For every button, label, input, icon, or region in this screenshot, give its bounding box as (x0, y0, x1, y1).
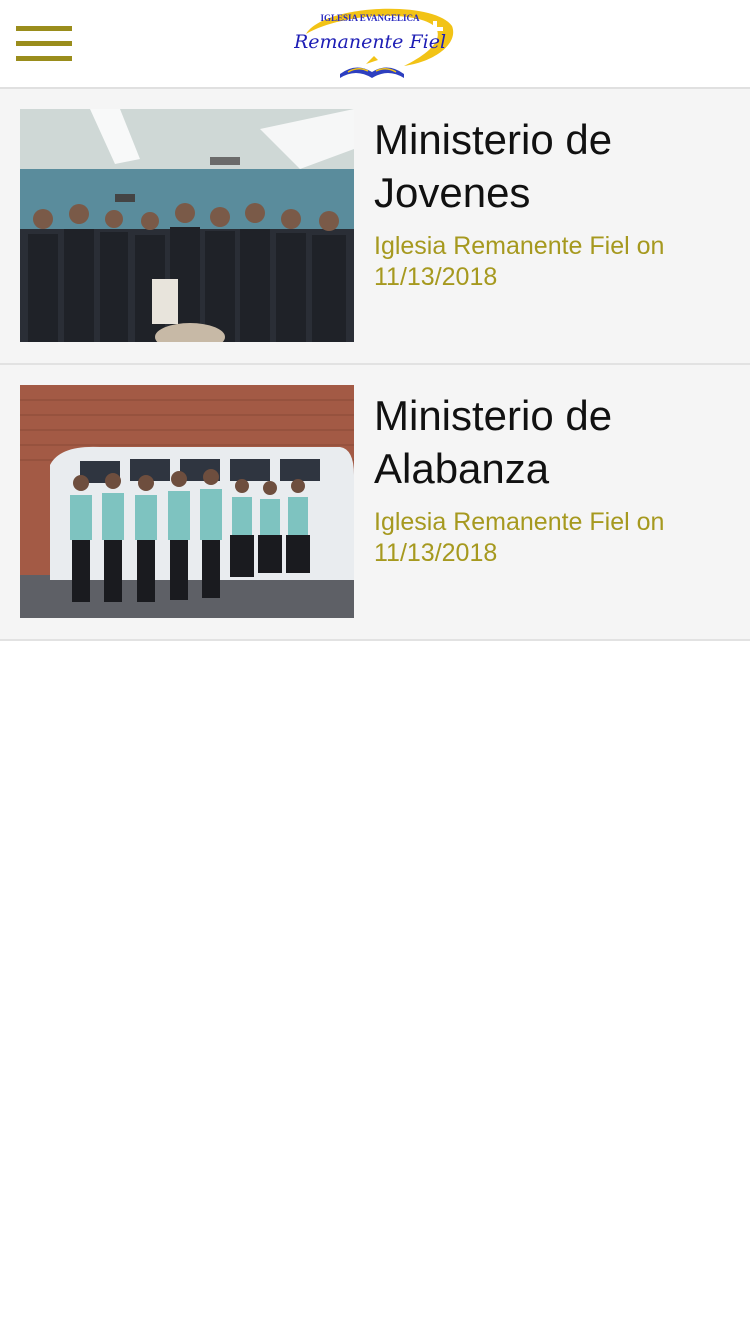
post-list: Ministerio de Jovenes Iglesia Remanente … (0, 89, 750, 641)
post-date: 11/13/2018 (374, 263, 498, 291)
post-author: Iglesia Remanente Fiel (374, 232, 630, 260)
post-author: Iglesia Remanente Fiel (374, 508, 630, 536)
logo-top-text: IGLESIA EVANGELICA (320, 13, 420, 23)
post-title[interactable]: Ministerio de Alabanza (374, 389, 734, 495)
post-thumbnail-youth-ministry[interactable] (20, 109, 354, 342)
group-van-photo-image (20, 385, 354, 618)
menu-bar (16, 26, 72, 31)
menu-bar (16, 41, 72, 46)
post-date: 11/13/2018 (374, 539, 498, 567)
group-photo-image (20, 109, 354, 342)
church-logo[interactable]: IGLESIA EVANGELICA Remanente Fiel (294, 4, 456, 84)
post-on-word: on (636, 508, 665, 536)
menu-bar (16, 56, 72, 61)
post-card[interactable]: Ministerio de Jovenes Iglesia Remanente … (0, 89, 750, 365)
post-meta: Iglesia Remanente Fiel on 11/13/2018 (374, 231, 734, 293)
post-on-word: on (636, 232, 665, 260)
church-logo-graphic: IGLESIA EVANGELICA Remanente Fiel (294, 8, 454, 78)
post-card[interactable]: Ministerio de Alabanza Iglesia Remanente… (0, 365, 750, 641)
hamburger-menu-icon[interactable] (16, 24, 72, 64)
post-title[interactable]: Ministerio de Jovenes (374, 113, 734, 219)
app-header: IGLESIA EVANGELICA Remanente Fiel (0, 0, 750, 89)
post-meta: Iglesia Remanente Fiel on 11/13/2018 (374, 507, 734, 569)
logo-name-text: Remanente Fiel (294, 31, 446, 53)
post-thumbnail-worship-ministry[interactable] (20, 385, 354, 618)
